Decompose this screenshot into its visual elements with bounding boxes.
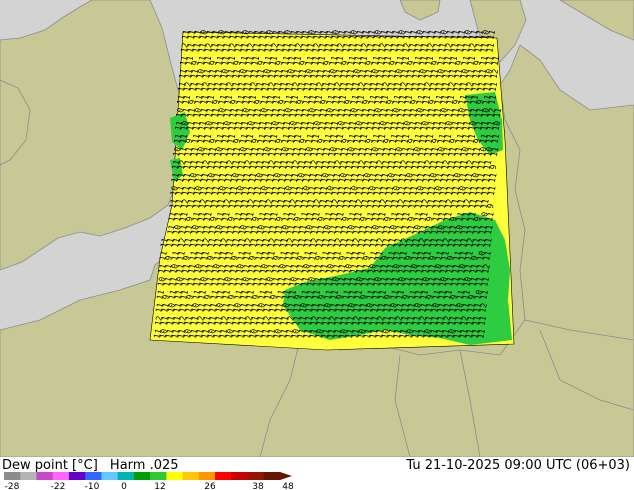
color-scale-swatch	[215, 472, 232, 480]
color-scale-bar	[4, 472, 281, 480]
color-scale-tick-label: 12	[154, 482, 165, 490]
color-scale-swatch	[150, 472, 167, 480]
color-scale-tick-label: -28	[5, 482, 20, 490]
color-scale-legend: -28 -22 -10 0 12 26 38 48	[4, 472, 294, 490]
color-scale-swatch	[263, 472, 281, 480]
color-scale-tick-label: 38	[252, 482, 264, 490]
dew-point-map: 1111111011111211111211111111101111101111…	[0, 0, 634, 457]
color-scale-swatch	[36, 472, 54, 480]
color-scale-swatch	[247, 472, 265, 480]
color-scale-tick-label: 26	[204, 482, 216, 490]
valid-time: Tu 21-10-2025 09:00 UTC (06+03)	[406, 458, 630, 473]
model-label: Harm .025	[109, 458, 179, 473]
product-label: Dew point [°C]	[2, 458, 98, 473]
color-scale-tick-label: 0	[121, 482, 127, 490]
color-scale-tick-label: -10	[85, 482, 100, 490]
color-scale-swatch	[198, 472, 216, 480]
color-scale-swatch	[20, 472, 37, 480]
color-scale-swatch	[117, 472, 135, 480]
color-scale-swatch	[52, 472, 70, 480]
title-left: Dew point [°C] Harm .025	[2, 458, 179, 473]
color-scale-ticks: -28 -22 -10 0 12 26 38 48	[5, 482, 294, 490]
color-scale-tick-label: -22	[51, 482, 66, 490]
color-scale-swatch	[133, 472, 151, 480]
color-scale-swatch	[101, 472, 119, 480]
map-frame: 11 11 11 10 11 11 12 11 11 12 11 11 11 11 10 11 11 10 11 11…	[0, 0, 634, 490]
color-scale-swatch	[182, 472, 200, 480]
color-scale-swatch	[85, 472, 102, 480]
color-scale-swatch	[166, 472, 184, 480]
color-scale-tick-label: 48	[282, 482, 294, 490]
color-scale-swatch	[68, 472, 86, 480]
color-scale-swatch	[4, 472, 21, 480]
color-scale-swatch	[231, 472, 249, 480]
color-scale-arrow	[280, 472, 292, 480]
